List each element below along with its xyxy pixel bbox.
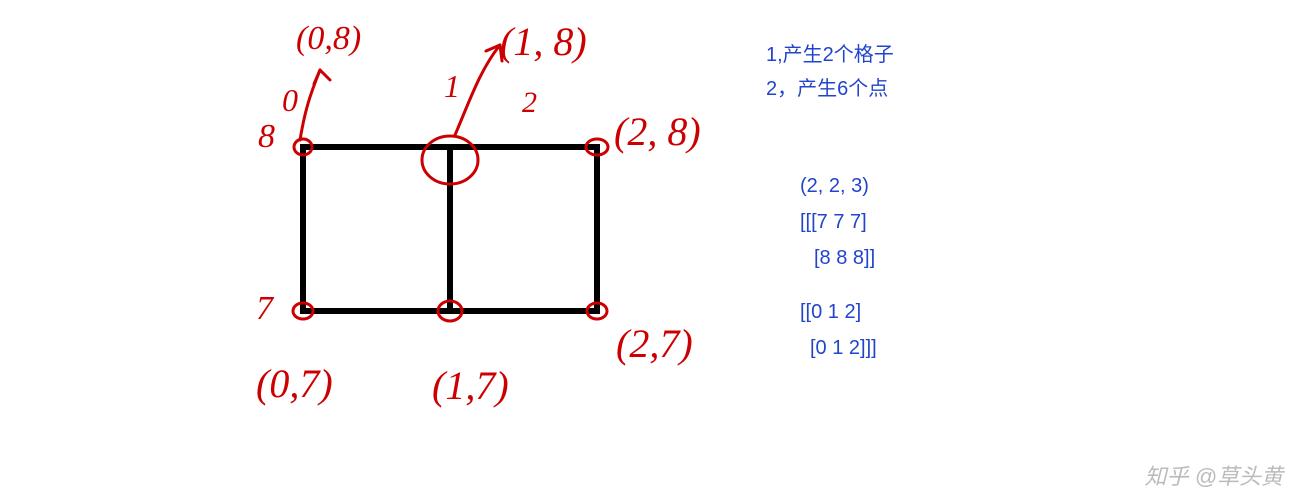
x-tick-1: 1 — [444, 68, 460, 105]
note-line-1: 1,产生2个格子 — [766, 38, 894, 72]
label-2-7: (2,7) — [616, 320, 693, 367]
label-0-7: (0,7) — [256, 360, 333, 407]
output-arr1-r1: [8 8 8]] — [800, 240, 877, 276]
spacer — [800, 276, 877, 294]
y-tick-7: 7 — [256, 290, 273, 328]
label-1-7: (1,7) — [432, 362, 509, 409]
label-1-8: (1, 8) — [500, 18, 587, 65]
output-shape: (2, 2, 3) — [800, 168, 877, 204]
notes-block: 1,产生2个格子 2，产生6个点 — [766, 38, 894, 106]
output-arr2-r1: [0 1 2]]] — [800, 330, 877, 366]
annotation-overlay — [0, 0, 1301, 501]
label-0-8: (0,8) — [296, 20, 361, 58]
watermark: 知乎 @草头黄 — [1145, 459, 1283, 491]
note-line-2: 2，产生6个点 — [766, 72, 894, 106]
x-tick-0: 0 — [282, 82, 298, 119]
grid-cells — [300, 144, 600, 314]
output-arr2-r0: [[0 1 2] — [800, 294, 877, 330]
output-block: (2, 2, 3) [[[7 7 7] [8 8 8]] [[0 1 2] [0… — [800, 168, 877, 366]
grid-divider — [447, 150, 453, 308]
y-tick-8: 8 — [258, 118, 275, 156]
x-tick-2: 2 — [522, 86, 537, 120]
label-2-8: (2, 8) — [614, 108, 701, 155]
output-arr1-r0: [[[7 7 7] — [800, 204, 877, 240]
stage: 8 7 0 1 2 (0,8) (1, 8) (2, 8) (0,7) (1,7… — [0, 0, 1301, 501]
